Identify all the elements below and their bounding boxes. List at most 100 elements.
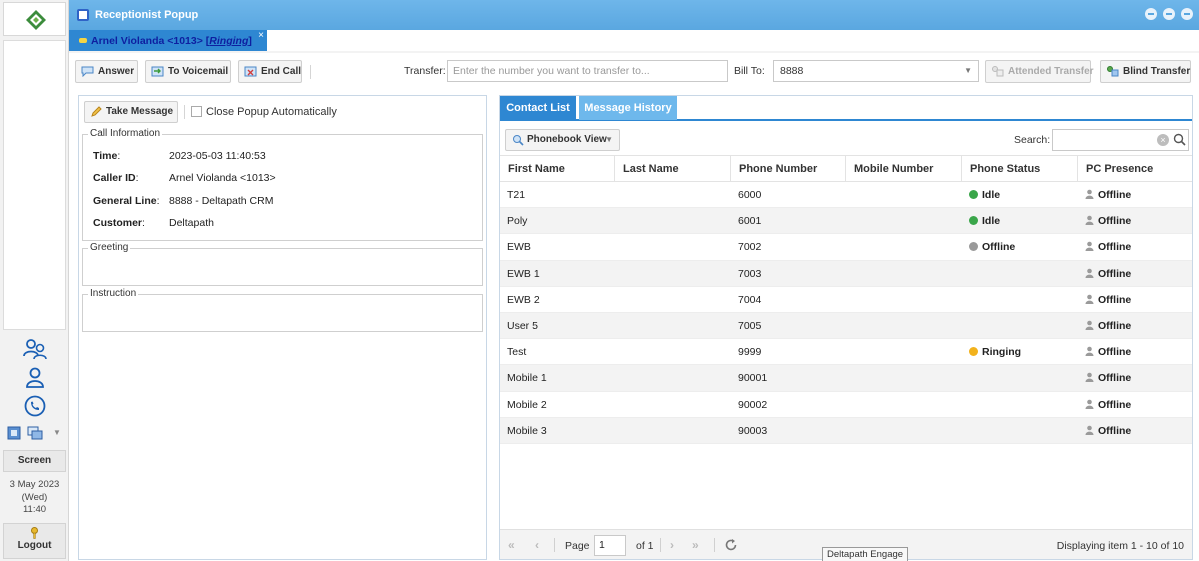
dialpad-icon[interactable] (7, 426, 23, 442)
attended-transfer-label: Attended Transfer (1008, 66, 1094, 77)
page-number-input[interactable]: 1 (594, 535, 626, 556)
column-header[interactable]: Phone Status (962, 156, 1078, 182)
column-header[interactable]: PC Presence (1078, 156, 1192, 182)
cell-presence: Offline (1078, 208, 1192, 234)
call-details-panel: Take Message Close Popup Automatically C… (78, 95, 487, 560)
table-row[interactable]: EWB 2 7004 Offline (500, 287, 1192, 313)
column-header[interactable]: Last Name (615, 156, 731, 182)
next-page-icon[interactable]: › (670, 538, 674, 552)
chevron-down-icon: ▼ (964, 66, 972, 75)
pager-separator (714, 538, 715, 552)
first-page-icon[interactable]: « (508, 538, 515, 552)
cell-last (615, 339, 731, 365)
call-information-fieldset: Call Information Time: 2023-05-03 11:40:5… (82, 128, 483, 241)
app-logo[interactable] (3, 2, 66, 36)
minimize-icon[interactable] (1144, 8, 1157, 20)
clear-icon[interactable]: × (1157, 134, 1169, 146)
call-tab-close-icon[interactable]: × (258, 30, 264, 41)
table-row[interactable]: Mobile 2 90002 Offline (500, 392, 1192, 418)
answer-button[interactable]: Answer (75, 60, 138, 83)
last-page-icon[interactable]: » (692, 538, 699, 552)
table-row[interactable]: Mobile 1 90001 Offline (500, 365, 1192, 392)
call-tab[interactable]: Arnel Violanda <1013> [Ringing] × (69, 30, 267, 51)
phonebook-view-dropdown[interactable]: Phonebook View ▼ (505, 129, 620, 151)
column-header[interactable]: Phone Number (731, 156, 846, 182)
take-message-button[interactable]: Take Message (84, 101, 178, 123)
search-input[interactable]: × (1052, 129, 1189, 151)
tab-contact-list[interactable]: Contact List (500, 96, 576, 120)
presence-text: Offline (1098, 372, 1132, 385)
tab-message-history[interactable]: Message History (579, 96, 677, 120)
magnifier-icon[interactable] (1173, 133, 1186, 146)
call-info-key: Customer (93, 217, 143, 229)
to-voicemail-button[interactable]: To Voicemail (145, 60, 231, 83)
window-controls (1142, 8, 1193, 23)
logout-button[interactable]: Logout (3, 523, 66, 559)
phone-icon[interactable] (22, 394, 48, 418)
call-info-key: General Line (93, 195, 157, 207)
bill-to-select[interactable]: 8888 ▼ (773, 60, 979, 82)
cell-presence: Offline (1078, 418, 1192, 444)
window-app-icon (77, 9, 89, 21)
cell-phone: 6000 (738, 189, 762, 201)
cell-mobile (846, 392, 962, 418)
refresh-icon[interactable] (724, 538, 738, 552)
bill-to-value: 8888 (780, 65, 804, 77)
cell-mobile (846, 208, 962, 234)
cell-status: Ringing (962, 339, 1078, 365)
table-row[interactable]: EWB 1 7003 Offline (500, 260, 1192, 287)
close-icon[interactable] (1181, 8, 1193, 20)
call-info-value: 2023-05-03 11:40:53 (169, 150, 266, 162)
tooltip: Deltapath Engage (822, 547, 909, 561)
cell-phone: 7002 (738, 241, 762, 254)
contact-icon[interactable] (22, 366, 48, 390)
table-row[interactable]: Mobile 3 90003 Offline (500, 417, 1192, 444)
presence-text: Offline (1098, 267, 1132, 280)
transfer-input[interactable]: Enter the number you want to transfer to… (447, 60, 728, 82)
cell-phone: 90003 (738, 424, 768, 437)
table-row[interactable]: Poly 6001 Idle Offline (500, 208, 1192, 235)
cell-mobile (846, 313, 962, 339)
receptionist-popup: Receptionist Popup Arnel Violanda <1013>… (69, 0, 1199, 561)
close-popup-checkbox[interactable] (191, 106, 202, 117)
prev-page-icon[interactable]: ‹ (535, 538, 539, 552)
cell-mobile (846, 365, 962, 391)
table-row[interactable]: T21 6000 Idle Offline (500, 182, 1192, 209)
rail-tools: ▼ (3, 424, 66, 444)
answer-label: Answer (98, 66, 135, 77)
contacts-group-icon[interactable] (22, 337, 48, 361)
cell-status: Idle (962, 182, 1078, 208)
end-call-button[interactable]: End Call (238, 60, 302, 83)
restore-icon[interactable] (1162, 8, 1175, 20)
attended-transfer-button[interactable]: Attended Transfer (985, 60, 1094, 83)
table-row[interactable]: User 5 7005 Offline (500, 312, 1192, 340)
cell-presence: Offline (1078, 287, 1192, 313)
chevron-down-icon[interactable]: ▼ (53, 428, 61, 437)
user-presence-icon (1085, 189, 1094, 199)
column-header[interactable]: Mobile Number (846, 156, 962, 182)
screen-button[interactable]: Screen (3, 450, 66, 472)
user-presence-icon (1085, 242, 1094, 252)
close-popup-label[interactable]: Close Popup Automatically (206, 106, 337, 118)
column-header[interactable]: First Name (500, 156, 615, 182)
table-row[interactable]: EWB 7002 Offline Offline (500, 234, 1192, 261)
cell-phone: 9999 (738, 346, 762, 359)
cell-presence: Offline (1078, 392, 1192, 418)
blind-transfer-button[interactable]: Blind Transfer (1100, 60, 1191, 83)
call-tab-bracket-close: ] (248, 35, 252, 47)
logout-label: Logout (17, 540, 52, 551)
weekday-text: (Wed) (21, 491, 48, 503)
user-presence-icon (1085, 346, 1094, 357)
call-info-value: 8888 - Deltapath CRM (169, 195, 274, 207)
pagination-summary: Displaying item 1 - 10 of 10 (1056, 540, 1184, 552)
separator (184, 105, 185, 119)
cell-mobile (846, 287, 962, 313)
windows-icon[interactable] (27, 426, 43, 442)
cell-status: Offline (962, 234, 1078, 260)
rail-datetime: 3 May 2023 (Wed) 11:40 (0, 479, 69, 517)
cell-status (962, 392, 1078, 418)
cell-mobile (846, 182, 962, 208)
table-row[interactable]: Test 9999 Ringing Offline (500, 339, 1192, 366)
page-label: Page (565, 540, 590, 552)
user-presence-icon (1085, 425, 1094, 435)
